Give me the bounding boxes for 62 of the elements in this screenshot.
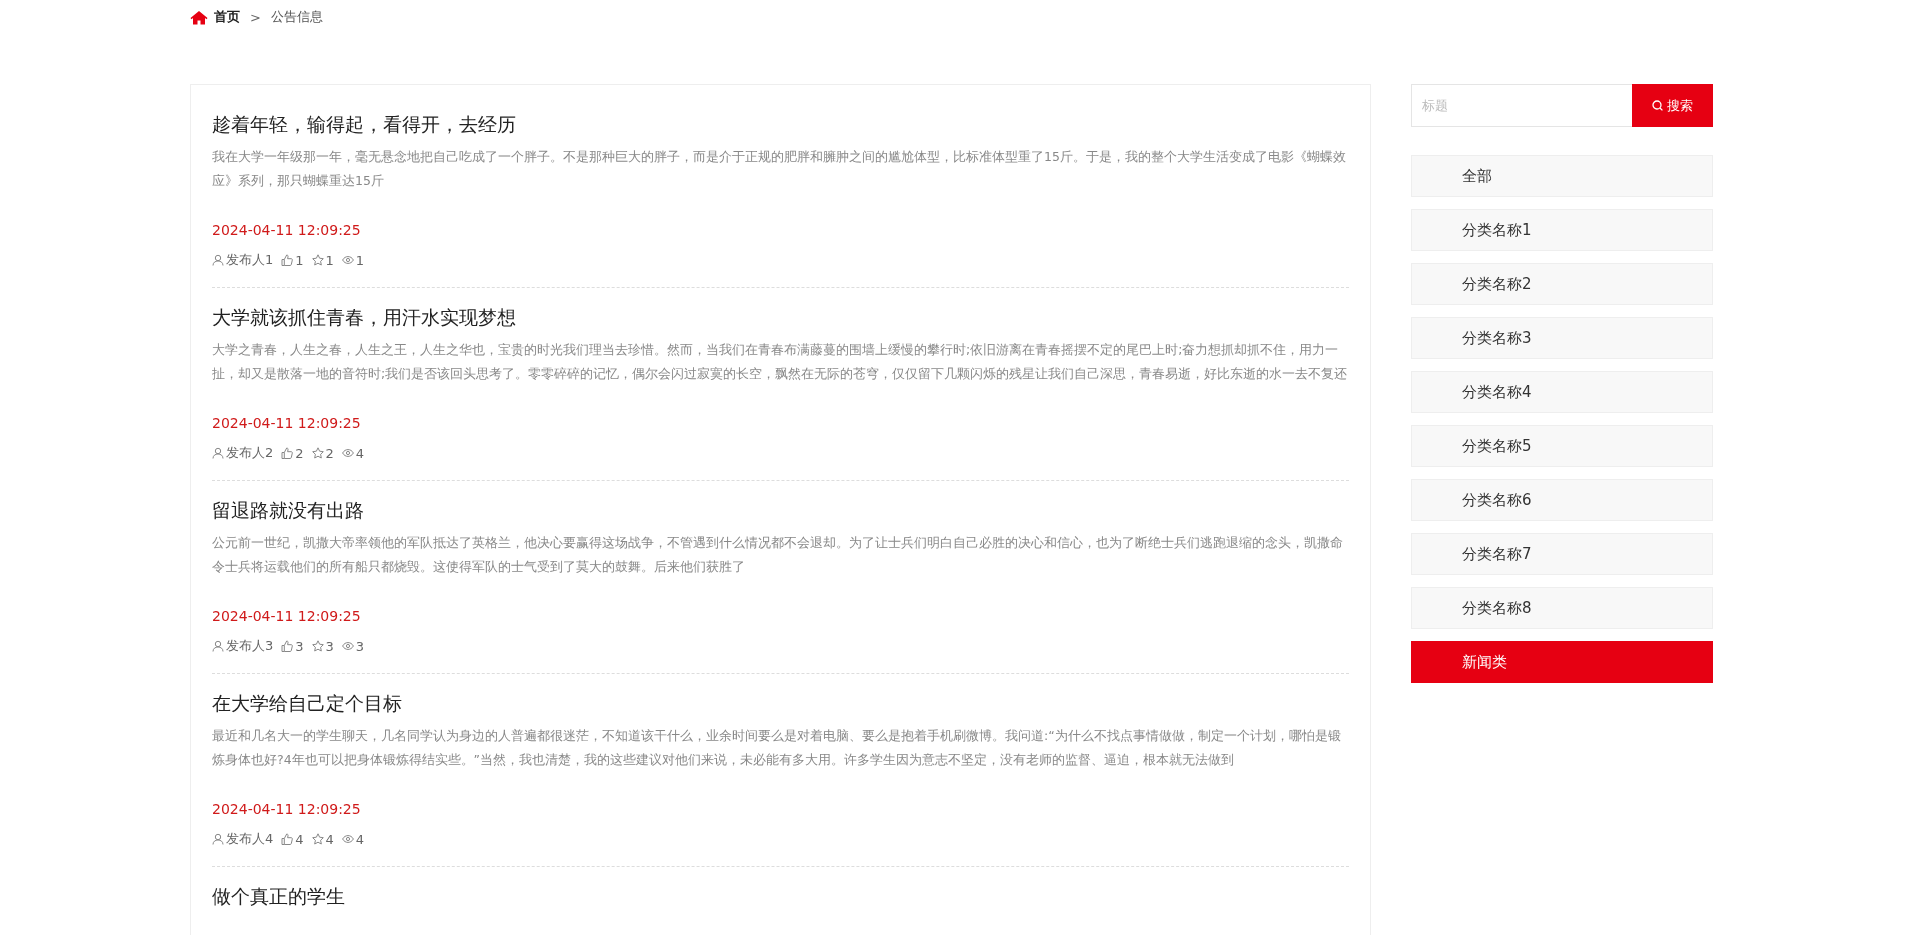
author-name: 发布人3 [226,637,274,655]
article-summary: 大学之青春，人生之春，人生之王，人生之华也，宝贵的时光我们理当去珍惜。然而，当我们在青春布满藤蔓的围墙上缓慢的攀行时;依旧游离在青春摇摆不定的尾巴上时;奋力想抓却抓不住，用力一扯，却又是散落一地的音符时;我们是否该回头思考了。零零碎碎的记忆，偶尔会闪过寂寞的长空，飘然在无际的苍穹，仅仅留下几颗闪烁的残星让我们自己深思，青春易逝，好比东逝的水一去不复还 [212,341,1349,383]
star-icon [311,447,324,459]
author-name: 发布人1 [226,251,274,269]
thumbs-up-icon [281,640,294,652]
favorite-count: 4 [325,831,334,847]
user-icon [212,833,224,845]
eye-icon [341,447,354,459]
star-icon [311,833,324,845]
view-count: 4 [355,445,365,461]
category-item[interactable]: 分类名称1 [1411,209,1713,251]
article-title[interactable]: 大学就该抓住青春，用汗水实现梦想 [212,304,1349,330]
user-icon [212,447,224,459]
star-icon [311,640,324,652]
like-count: 1 [295,252,304,268]
article-title[interactable]: 趁着年轻，输得起，看得开，去经历 [212,111,1349,137]
article-title[interactable]: 做个真正的学生 [212,883,1349,909]
category-item[interactable]: 分类名称3 [1411,317,1713,359]
category-item[interactable]: 分类名称6 [1411,479,1713,521]
category-item[interactable]: 分类名称4 [1411,371,1713,413]
like-count: 2 [295,445,304,461]
article-date: 2024-04-11 12:09:25 [212,414,362,433]
star-icon [311,254,324,266]
article-summary: 我在大学一年级那一年，毫无悬念地把自己吃成了一个胖子。不是那种巨大的胖子，而是介于正规的肥胖和臃肿之间的尴尬体型，比标准体型重了15斤。于是，我的整个大学生活变成了电影《蝴蝶效应》系列，那只蝴蝶重达15斤 [212,148,1347,190]
favorite-count: 1 [325,252,334,268]
article-date: 2024-04-11 12:09:25 [212,221,362,240]
article-summary: 公元前一世纪，凯撒大帝率领他的军队抵达了英格兰，他决心要赢得这场战争，不管遇到什么情况都不会退却。为了让士兵们明白自己必胜的决心和信心，也为了断绝士兵们逃跑退缩的念头，凯撒命令士兵将运载他们的所有船只都烧毁。这使得军队的士气受到了莫大的鼓舞。后来他们获胜了 [212,534,1344,576]
home-link[interactable]: 首页 [190,8,240,26]
breadcrumb-current: 公告信息 [270,8,323,26]
eye-icon [341,640,354,652]
search-button[interactable]: 搜索 [1632,84,1713,127]
breadcrumb-separator: > [250,9,261,25]
favorite-count: 2 [325,445,334,461]
user-icon [212,640,224,652]
home-icon [190,9,208,25]
category-item[interactable]: 分类名称2 [1411,263,1713,305]
view-count: 4 [355,831,365,847]
author-name: 发布人4 [226,830,274,848]
thumbs-up-icon [281,833,294,845]
author-name: 发布人2 [226,444,274,462]
favorite-count: 3 [325,638,334,654]
view-count: 1 [355,252,365,268]
article-title[interactable]: 留退路就没有出路 [212,497,1349,523]
category-item[interactable]: 新闻类 [1411,641,1713,683]
search-icon [1652,100,1663,111]
search-field[interactable]: 标题 [1411,84,1632,127]
category-item[interactable]: 分类名称5 [1411,425,1713,467]
category-item[interactable]: 分类名称8 [1411,587,1713,629]
category-item[interactable]: 全部 [1411,155,1713,197]
thumbs-up-icon [281,447,294,459]
category-item[interactable]: 分类名称7 [1411,533,1713,575]
article-summary: 最近和几名大一的学生聊天，几名同学认为身边的人普遍都很迷茫，不知道该干什么，业余时间要么是对着电脑、要么是抱着手机刷微博。我问道:“为什么不找点事情做做，制定一个计划，哪怕是锻炼身体也好?4年也可以把身体锻炼得结实些。”当然，我也清楚，我的这些建议对他们来说，未必能有多大用。许多学生因为意志不坚定，没有老师的监督、逼迫，根本就无法做到 [212,727,1342,769]
article-date: 2024-04-11 12:09:25 [212,607,362,626]
thumbs-up-icon [281,254,294,266]
user-icon [212,254,224,266]
like-count: 4 [295,831,304,847]
view-count: 3 [355,638,365,654]
article-date: 2024-04-11 12:09:25 [212,800,362,819]
eye-icon [341,254,354,266]
eye-icon [341,833,354,845]
article-title[interactable]: 在大学给自己定个目标 [212,690,1349,716]
like-count: 3 [295,638,304,654]
